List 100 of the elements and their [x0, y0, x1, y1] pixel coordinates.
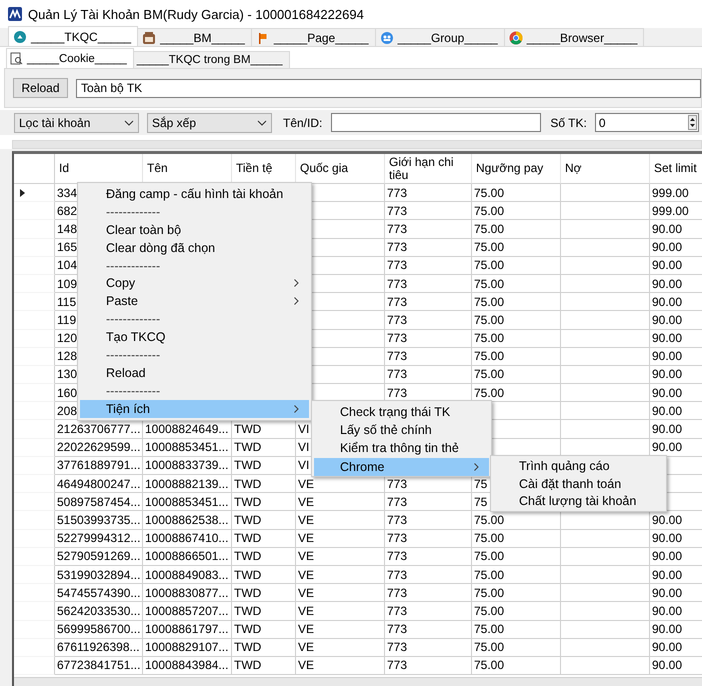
- table-cell: 773: [385, 311, 472, 330]
- tab[interactable]: _____Browser_____: [504, 28, 644, 46]
- table-cell: VE: [296, 584, 385, 602]
- table-cell: 75.00: [472, 238, 561, 257]
- table-cell: 75.00: [472, 638, 561, 657]
- table-cell: 90.00: [650, 238, 702, 257]
- table-cell: 773: [385, 566, 472, 584]
- field-label: Số TK:: [550, 116, 587, 130]
- count-field[interactable]: 0: [594, 113, 699, 132]
- table-cell: 90.00: [650, 330, 702, 348]
- table-cell: 10008833739...: [143, 456, 232, 475]
- table-cell: VE: [296, 620, 385, 639]
- table-cell: 90.00: [650, 293, 702, 312]
- table-cell: 773: [385, 238, 472, 257]
- sort-dropdown[interactable]: Sắp xếp: [147, 112, 272, 132]
- table-cell: 75.00: [472, 566, 561, 584]
- table-cell: 773: [385, 293, 472, 312]
- table-cell: 22022629599...: [55, 438, 143, 457]
- table-cell: 75.00: [472, 202, 561, 220]
- table-cell: 75.00: [472, 348, 561, 366]
- table-cell: TWD: [232, 493, 296, 512]
- tab[interactable]: _____Page_____: [250, 28, 376, 46]
- table-cell: 90.00: [650, 256, 702, 275]
- tab[interactable]: _____TKQC_____: [8, 26, 138, 46]
- table-cell: VE: [296, 493, 385, 512]
- table-cell: 90.00: [650, 402, 702, 420]
- table-cell: 90.00: [650, 274, 702, 294]
- table-cell: 999.00: [650, 202, 702, 220]
- table-cell: VE: [296, 530, 385, 548]
- table-cell: 773: [385, 330, 472, 348]
- table-cell: 75.00: [472, 220, 561, 239]
- table-cell: 10008857207...: [143, 602, 232, 620]
- table-cell: 10008843984...: [143, 656, 232, 676]
- table-cell: TWD: [232, 511, 296, 530]
- table-cell: TWD: [232, 638, 296, 657]
- briefcase-icon: [142, 30, 156, 44]
- table-cell: 46494800247...: [55, 475, 143, 494]
- table-cell: 90.00: [650, 584, 702, 602]
- table-cell: 90.00: [650, 602, 702, 620]
- table-cell: 90.00: [650, 384, 702, 402]
- name-id-field[interactable]: [331, 113, 542, 132]
- table-cell: 75.00: [472, 256, 561, 275]
- table-cell: 10008853451...: [143, 438, 232, 457]
- table-cell: 999.00: [650, 184, 702, 202]
- table-cell: 10008861797...: [143, 620, 232, 639]
- reload-button[interactable]: Reload: [13, 78, 68, 98]
- table-cell: VE: [296, 602, 385, 620]
- table-cell: 773: [385, 274, 472, 294]
- table-cell: 90.00: [650, 366, 702, 384]
- table-cell: 10008853451...: [143, 493, 232, 512]
- table-cell: 773: [385, 620, 472, 639]
- table-cell: 67723841751...: [55, 656, 143, 676]
- filter-dropdown[interactable]: Lọc tài khoản: [14, 112, 139, 132]
- column-header[interactable]: Nợ: [561, 154, 650, 184]
- scroll-bar[interactable]: [14, 677, 702, 686]
- chevron-right-icon: [294, 404, 299, 413]
- table-cell: 75.00: [472, 656, 561, 676]
- chevron-right-icon: [294, 297, 299, 306]
- table-cell: 773: [385, 511, 472, 530]
- table-cell: TWD: [232, 456, 296, 475]
- people-icon: [380, 30, 394, 44]
- table-cell: 75.00: [472, 311, 561, 330]
- table-cell: 773: [385, 202, 472, 220]
- table-cell: 773: [385, 366, 472, 384]
- scope-field[interactable]: Toàn bộ TK: [76, 78, 701, 98]
- table-cell: 773: [385, 656, 472, 676]
- column-header[interactable]: Ngưỡng pay: [472, 154, 561, 184]
- table-cell: 773: [385, 184, 472, 202]
- table-cell: 90.00: [650, 620, 702, 639]
- table-cell: VE: [296, 638, 385, 657]
- table-cell: 67611926398...: [55, 638, 143, 657]
- column-header[interactable]: Id: [55, 154, 143, 184]
- caret-icon: [257, 120, 267, 126]
- table-cell: 37761889791...: [55, 456, 143, 475]
- table-cell: 90.00: [650, 530, 702, 548]
- table-cell: 90.00: [650, 220, 702, 239]
- app-icon: [8, 7, 22, 21]
- menu-item[interactable]: Trình quảng cáo: [493, 457, 664, 475]
- menu-item[interactable]: Tiện ích: [80, 400, 309, 418]
- window-title: Quản Lý Tài Khoản BM(Rudy Garcia) - 100001684222694: [28, 6, 364, 22]
- menu-item[interactable]: Chrome: [314, 458, 489, 476]
- table-cell: 75.00: [472, 184, 561, 202]
- table-cell: TWD: [232, 602, 296, 620]
- colored-circle-icon: [508, 30, 523, 44]
- table-cell: 773: [385, 256, 472, 275]
- table-cell: VE: [296, 566, 385, 584]
- table-cell: 10008862538...: [143, 511, 232, 530]
- table-cell: 56999586700...: [55, 620, 143, 639]
- menu-item[interactable]: Check trạng thái TK: [314, 403, 489, 422]
- table-cell: TWD: [232, 584, 296, 602]
- tab[interactable]: _____TKQC trong BM_____: [132, 51, 290, 68]
- tab[interactable]: _____Group_____: [374, 28, 505, 46]
- tab[interactable]: _____BM_____: [137, 28, 252, 46]
- table-cell: 51503993735...: [55, 511, 143, 530]
- column-header[interactable]: Giới hạn chi tiêu: [385, 154, 472, 184]
- table-cell: 52790591269...: [55, 548, 143, 566]
- tab[interactable]: _____Cookie_____: [6, 48, 134, 68]
- table-cell: 90.00: [650, 548, 702, 566]
- table-cell: 90.00: [650, 656, 702, 676]
- table-cell: 53199032894...: [55, 566, 143, 584]
